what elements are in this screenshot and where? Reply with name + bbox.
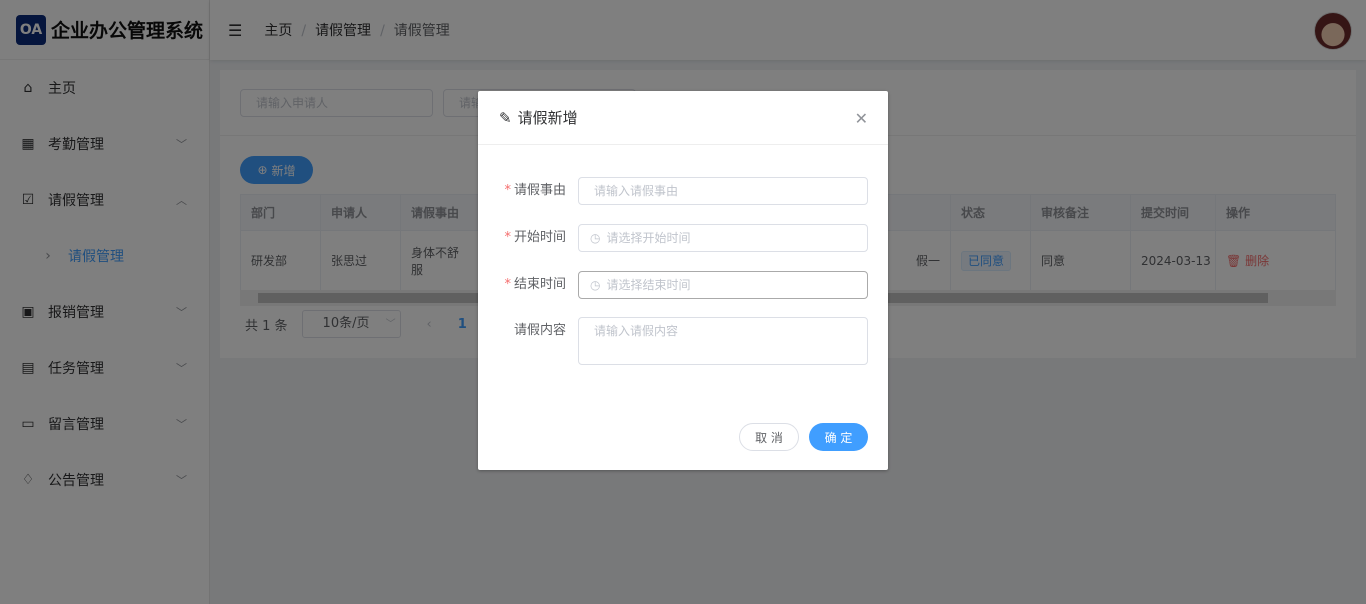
close-icon[interactable]: ✕	[855, 109, 868, 128]
clock-icon: ◷	[590, 231, 601, 245]
dialog-title: 请假新增	[517, 109, 578, 127]
end-time-label: * 结束时间	[504, 277, 566, 292]
end-time-picker[interactable]: ◷ 请选择结束时间	[578, 271, 868, 299]
start-time-label: * 开始时间	[504, 230, 566, 245]
clock-icon: ◷	[590, 278, 601, 292]
cancel-button[interactable]: 取 消	[739, 423, 799, 451]
confirm-button[interactable]: 确 定	[809, 423, 868, 451]
content-textarea[interactable]: 请输入请假内容	[578, 317, 868, 365]
reason-input[interactable]: 请输入请假事由	[578, 177, 868, 205]
content-label: 请假内容	[513, 323, 566, 338]
reason-label: * 请假事由	[504, 183, 566, 198]
start-time-picker[interactable]: ◷ 请选择开始时间	[578, 224, 868, 252]
edit-icon: ✎	[499, 108, 512, 127]
leave-add-dialog: ✎ 请假新增 ✕ * 请假事由 请输入请假事由 * 开始时间 ◷ 请选择开始时间 * 结束时间…	[478, 91, 888, 470]
